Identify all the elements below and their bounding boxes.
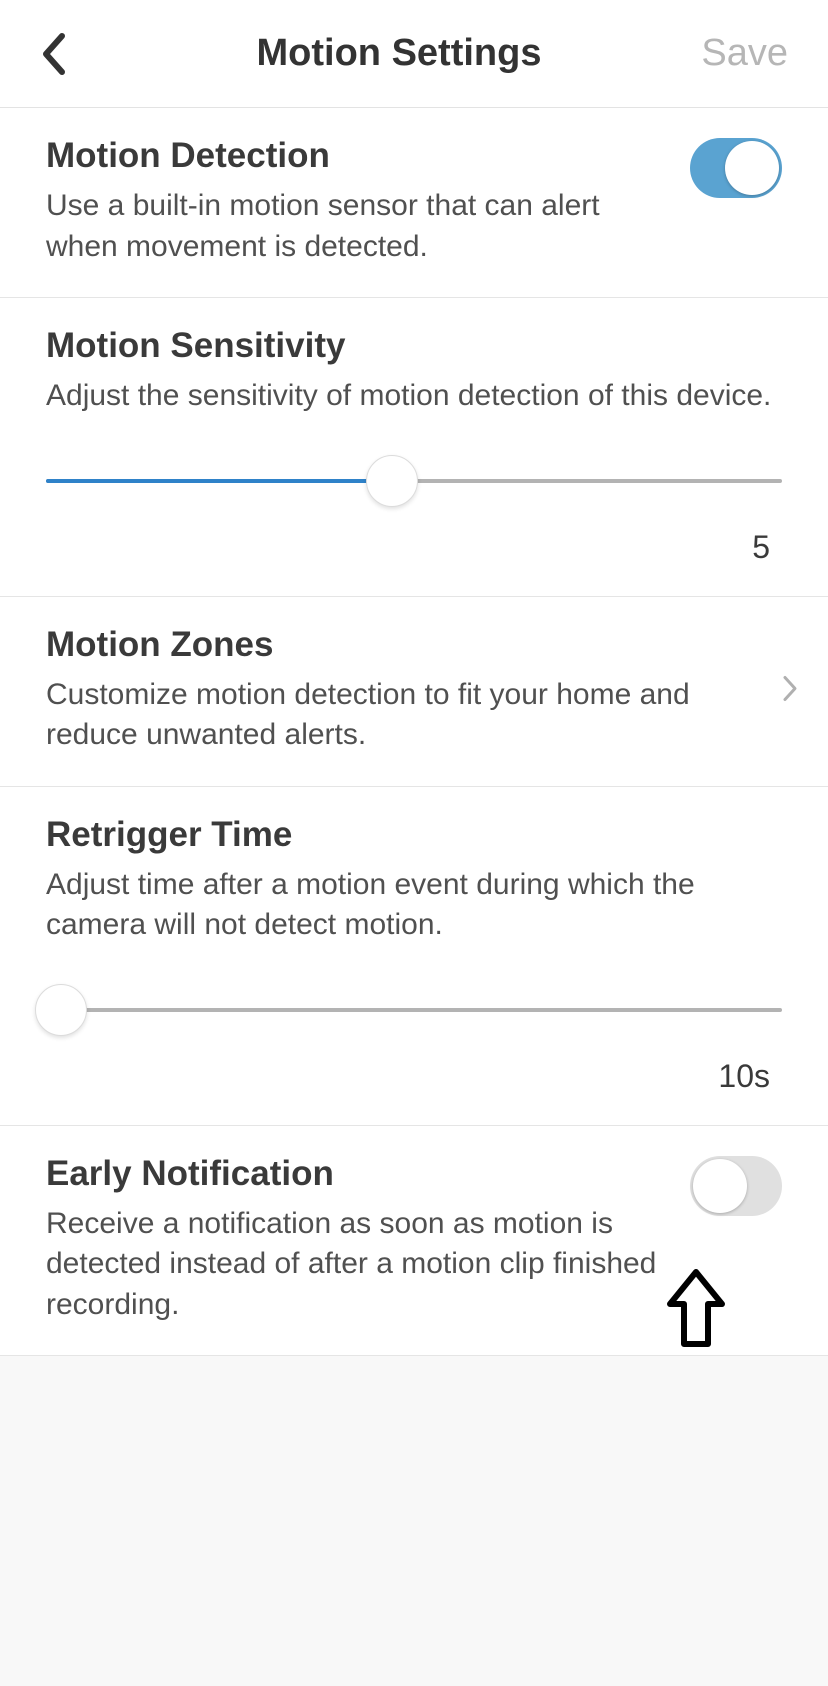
motion-zones-desc: Customize motion detection to fit your h… — [46, 675, 738, 756]
motion-sensitivity-title: Motion Sensitivity — [46, 326, 782, 366]
slider-track — [46, 1008, 782, 1012]
motion-zones-title: Motion Zones — [46, 625, 738, 665]
motion-detection-toggle[interactable] — [690, 138, 782, 198]
motion-sensitivity-section: Motion Sensitivity Adjust the sensitivit… — [0, 298, 828, 597]
page-title: Motion Settings — [257, 32, 542, 75]
retrigger-time-section: Retrigger Time Adjust time after a motio… — [0, 787, 828, 1126]
motion-detection-title: Motion Detection — [46, 136, 666, 176]
motion-sensitivity-value: 5 — [46, 529, 782, 566]
motion-sensitivity-slider[interactable] — [46, 453, 782, 509]
retrigger-time-value: 10s — [46, 1058, 782, 1095]
save-button[interactable]: Save — [698, 32, 788, 75]
motion-detection-section: Motion Detection Use a built-in motion s… — [0, 108, 828, 298]
early-notification-desc: Receive a notification as soon as motion… — [46, 1204, 666, 1326]
motion-zones-row[interactable]: Motion Zones Customize motion detection … — [0, 597, 828, 787]
settings-list: Motion Detection Use a built-in motion s… — [0, 108, 828, 1355]
chevron-left-icon — [40, 32, 66, 76]
retrigger-time-slider[interactable] — [46, 982, 782, 1038]
toggle-knob — [725, 141, 779, 195]
bottom-spacer — [0, 1355, 828, 1655]
early-notification-section: Early Notification Receive a notificatio… — [0, 1126, 828, 1356]
back-button[interactable] — [40, 32, 100, 76]
retrigger-time-title: Retrigger Time — [46, 815, 782, 855]
toggle-knob — [693, 1159, 747, 1213]
chevron-right-icon — [782, 675, 798, 708]
header: Motion Settings Save — [0, 0, 828, 108]
slider-fill — [46, 479, 392, 483]
motion-detection-desc: Use a built-in motion sensor that can al… — [46, 186, 666, 267]
slider-thumb[interactable] — [35, 984, 87, 1036]
motion-sensitivity-desc: Adjust the sensitivity of motion detecti… — [46, 376, 782, 417]
early-notification-toggle[interactable] — [690, 1156, 782, 1216]
early-notification-title: Early Notification — [46, 1154, 666, 1194]
slider-thumb[interactable] — [366, 455, 418, 507]
retrigger-time-desc: Adjust time after a motion event during … — [46, 865, 782, 946]
